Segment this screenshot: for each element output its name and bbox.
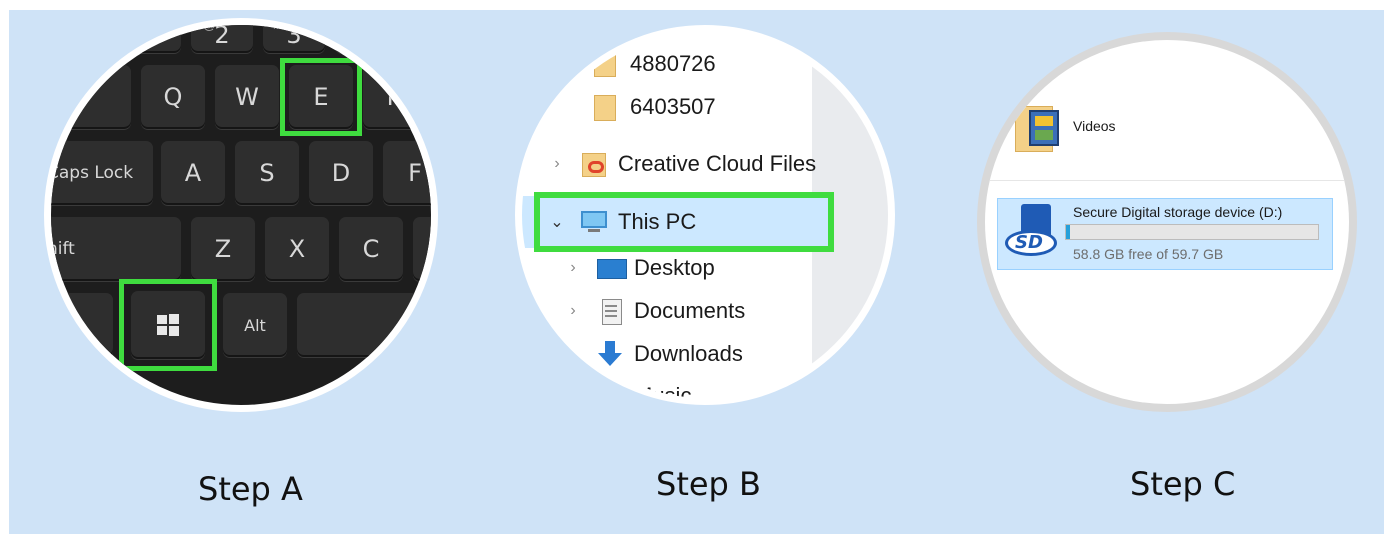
key-shift-label: hift <box>47 239 75 259</box>
e-key-highlight <box>280 58 362 136</box>
key-a[interactable]: A <box>161 141 225 205</box>
desktop-icon <box>596 255 627 281</box>
key-z-label: Z <box>214 235 232 263</box>
windows-key-highlight <box>119 279 217 371</box>
key-ctrl <box>51 293 113 357</box>
drive-usage-bar <box>1065 224 1319 240</box>
this-pc-highlight <box>534 192 834 252</box>
key-caps-lock-label: Caps Lock <box>47 163 134 183</box>
key-caps-lock[interactable]: Caps Lock <box>47 141 153 205</box>
tree-item-label: Downloads <box>634 341 743 366</box>
tree-item-documents[interactable]: › Documents <box>562 291 745 331</box>
key-r-label: R <box>386 83 404 111</box>
tree-item-label: Documents <box>634 298 746 323</box>
downloads-icon <box>596 341 626 367</box>
keyboard-zoom-circle: 2 3 @ # b Q W E R Caps Lock A S D F hift… <box>44 18 438 412</box>
key-c[interactable]: C <box>339 217 403 281</box>
key-c-label: C <box>362 235 380 263</box>
key-d-label: D <box>331 159 351 187</box>
key-3-label: 3 <box>286 21 302 49</box>
step-c-label: Step C <box>1130 465 1236 503</box>
step-a-label: Step A <box>198 470 303 508</box>
explorer-zoom-circle: 4880726 6403507 › Creative Cloud Files ⌄… <box>515 25 895 405</box>
drive-zoom-circle: Videos SD Secure Digital storage device … <box>977 32 1357 412</box>
key-space[interactable] <box>297 293 431 357</box>
key-q[interactable]: Q <box>141 65 205 129</box>
tree-item-creative-cloud[interactable]: › Creative Cloud Files <box>546 144 816 184</box>
step-b-label: Step B <box>656 465 761 503</box>
drive-free-space: 58.8 GB free of 59.7 GB <box>1073 246 1224 262</box>
tree-item-label: Creative Cloud Files <box>618 151 817 176</box>
videos-label[interactable]: Videos <box>1073 118 1116 134</box>
tree-item-desktop[interactable]: › Desktop <box>562 248 715 288</box>
folder-icon <box>592 51 622 77</box>
key-s[interactable]: S <box>235 141 299 205</box>
section-divider <box>985 180 1349 181</box>
key-alt[interactable]: Alt <box>223 293 287 357</box>
tree-item-label: 4880726 <box>630 51 716 76</box>
tree-item-4880726[interactable]: 4880726 <box>592 44 716 84</box>
key-2-label: 2 <box>214 21 230 49</box>
key-2[interactable]: 2 <box>191 21 253 53</box>
key-shift[interactable]: hift <box>47 217 181 281</box>
tree-item-6403507[interactable]: 6403507 <box>592 87 716 127</box>
tree-item-downloads[interactable]: Downloads <box>596 334 743 374</box>
documents-icon <box>596 298 626 325</box>
key-f-label: F <box>408 159 422 187</box>
key-q-label: Q <box>163 83 183 111</box>
drive-name: Secure Digital storage device (D:) <box>1073 204 1283 220</box>
chevron-right-icon: › <box>570 259 576 276</box>
key-d[interactable]: D <box>309 141 373 205</box>
key-w[interactable]: W <box>215 65 279 129</box>
sd-card-icon: SD <box>1003 204 1059 262</box>
tree-item-label: Desktop <box>634 255 715 280</box>
key-alt-label: Alt <box>244 315 266 335</box>
chevron-right-icon: › <box>570 302 576 319</box>
chevron-right-icon: › <box>554 155 560 172</box>
tree-item-label: 6403507 <box>630 94 716 119</box>
key-x-label: X <box>288 235 306 263</box>
drive-usage-fill <box>1066 225 1070 239</box>
key-a-label: A <box>184 159 202 187</box>
key-f[interactable]: F <box>383 141 431 205</box>
key-s-label: S <box>259 159 275 187</box>
videos-folder-icon[interactable] <box>1015 102 1061 154</box>
key-x[interactable]: X <box>265 217 329 281</box>
creative-cloud-icon <box>580 151 610 177</box>
folder-icon <box>592 94 622 121</box>
key-r[interactable]: R <box>363 65 427 129</box>
key-tab[interactable]: b <box>51 65 131 129</box>
key-z[interactable]: Z <box>191 217 255 281</box>
key-w-label: W <box>235 83 259 111</box>
